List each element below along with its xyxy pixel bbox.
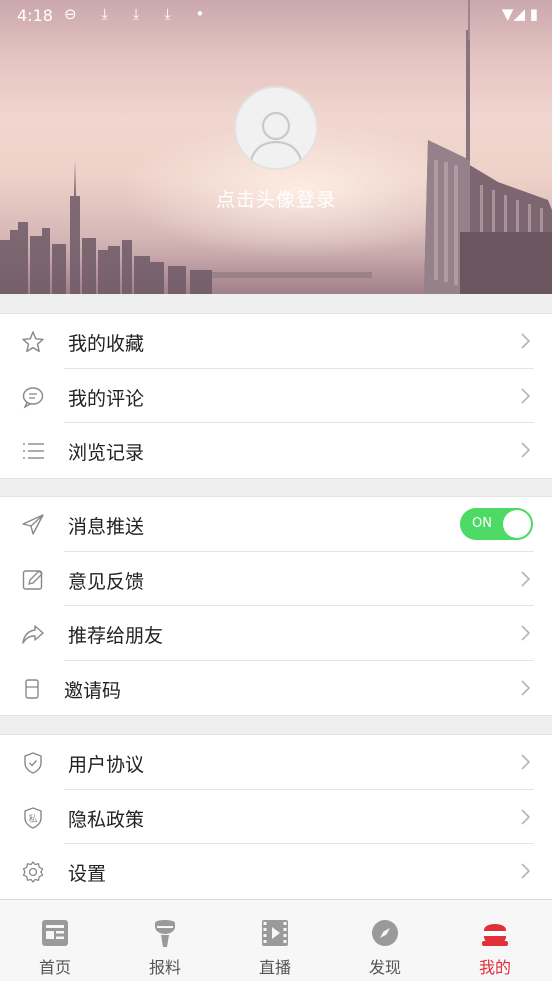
tab-mine[interactable]: 我的 [440, 900, 550, 981]
toggle-state-label: ON [472, 516, 492, 531]
privacy-shield-icon: 私 [24, 806, 42, 829]
profile-icon [482, 924, 508, 946]
status-time: 4:18 [17, 6, 53, 25]
menu-item-feedback[interactable]: 意见反馈 [0, 552, 552, 606]
avatar[interactable] [234, 86, 318, 170]
user-avatar-icon [236, 88, 316, 168]
chevron-right-icon [521, 570, 531, 587]
chevron-right-icon [521, 754, 531, 770]
menu-item-label: 消息推送 [68, 516, 145, 538]
menu-item-history[interactable]: 浏览记录 [0, 423, 552, 478]
profile-page: 4:18 ⊖ ⤓ ⤓ ⤓ • ▼◢ ▮ 点击头像登录 我的收藏 我的评论 浏览记… [0, 0, 552, 981]
chevron-right-icon [521, 387, 531, 404]
comment-icon [22, 386, 44, 409]
menu-item-invite-code[interactable]: 邀请码 [0, 661, 552, 716]
tab-report[interactable]: 报料 [110, 900, 220, 981]
list-icon [23, 443, 44, 459]
star-icon [22, 331, 44, 353]
news-icon [42, 920, 68, 946]
menu-item-label: 设置 [68, 863, 107, 885]
status-notification-icons: ⊖ ⤓ ⤓ ⤓ • [64, 5, 215, 23]
menu-item-privacy-policy[interactable]: 私 隐私政策 [0, 790, 552, 844]
tab-label: 直播 [258, 958, 291, 977]
menu-item-comments[interactable]: 我的评论 [0, 369, 552, 423]
chevron-right-icon [521, 863, 531, 879]
tab-label: 发现 [368, 958, 401, 977]
edit-icon [22, 569, 43, 590]
tab-discover[interactable]: 发现 [330, 900, 440, 981]
menu-group-settings: 消息推送 ON 意见反馈 推荐给朋友 邀请码 [0, 496, 552, 716]
chevron-right-icon [521, 625, 531, 641]
tab-home[interactable]: 首页 [0, 900, 110, 981]
menu-group-about: 用户协议 私 隐私政策 设置 [0, 734, 552, 900]
menu-item-label: 用户协议 [68, 754, 145, 776]
menu-group-personal: 我的收藏 我的评论 浏览记录 [0, 313, 552, 479]
menu-item-label: 意见反馈 [68, 570, 145, 593]
login-prompt[interactable]: 点击头像登录 [0, 185, 552, 212]
menu-item-settings[interactable]: 设置 [0, 844, 552, 899]
chevron-right-icon [521, 442, 531, 458]
menu-item-label: 我的评论 [68, 387, 145, 410]
share-icon [22, 625, 44, 644]
tab-label: 我的 [478, 958, 511, 977]
send-icon [22, 514, 44, 535]
tab-label: 首页 [38, 958, 71, 977]
chevron-right-icon [521, 333, 531, 349]
tab-label: 报料 [148, 958, 181, 977]
menu-item-label: 隐私政策 [68, 808, 145, 831]
push-notification-toggle[interactable]: ON [460, 508, 533, 540]
privacy-icon-glyph: 私 [28, 814, 37, 825]
chevron-right-icon [521, 679, 531, 696]
gear-icon [22, 861, 44, 883]
menu-item-push-notifications: 消息推送 ON [0, 497, 552, 552]
header-banner: 4:18 ⊖ ⤓ ⤓ ⤓ • ▼◢ ▮ 点击头像登录 [0, 0, 552, 294]
toggle-knob [503, 510, 531, 538]
menu-item-label: 我的收藏 [68, 333, 145, 355]
tab-live[interactable]: 直播 [220, 900, 330, 981]
menu-item-label: 推荐给朋友 [68, 625, 164, 647]
chevron-right-icon [521, 808, 531, 825]
video-icon [262, 920, 288, 946]
menu-item-favorites[interactable]: 我的收藏 [0, 314, 552, 369]
compass-icon [372, 920, 398, 946]
status-bar: 4:18 ⊖ ⤓ ⤓ ⤓ • ▼◢ ▮ [0, 0, 552, 30]
menu-item-recommend[interactable]: 推荐给朋友 [0, 606, 552, 661]
menu-item-user-agreement[interactable]: 用户协议 [0, 735, 552, 790]
bottom-tab-bar: 首页 报料 直播 发现 我的 [0, 899, 552, 981]
shield-check-icon [24, 752, 42, 774]
status-system-icons: ▼◢ ▮ [501, 5, 538, 23]
menu-item-label: 浏览记录 [68, 442, 145, 464]
invite-code-icon [25, 678, 39, 699]
microphone-icon [155, 920, 175, 947]
menu-item-label: 邀请码 [64, 679, 122, 702]
